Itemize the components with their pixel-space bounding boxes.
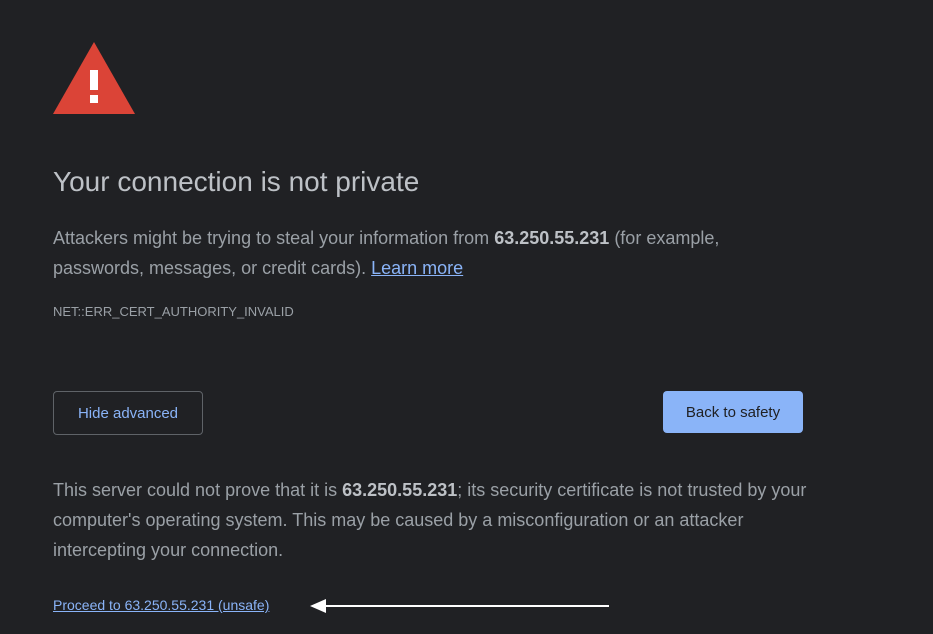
intro-host: 63.250.55.231 [494, 228, 610, 248]
intro-message: Attackers might be trying to steal your … [53, 223, 813, 283]
page-title: Your connection is not private [53, 166, 420, 197]
back-to-safety-button[interactable]: Back to safety [663, 391, 803, 433]
explanation-text-before: This server could not prove that it is [53, 480, 343, 500]
proceed-unsafe-link[interactable]: Proceed to 63.250.55.231 (unsafe) [53, 597, 269, 613]
advanced-explanation: This server could not prove that it is 6… [53, 475, 813, 565]
learn-more-link[interactable]: Learn more [371, 258, 463, 278]
explanation-host: 63.250.55.231 [342, 480, 458, 500]
arrow-left-icon [310, 599, 609, 613]
hide-advanced-button[interactable]: Hide advanced [53, 391, 203, 435]
interstitial-page: Your connection is not private Attackers… [0, 0, 933, 634]
error-code: NET::ERR_CERT_AUTHORITY_INVALID [53, 304, 294, 319]
intro-text-before: Attackers might be trying to steal your … [53, 228, 495, 248]
warning-triangle-icon [53, 42, 135, 114]
